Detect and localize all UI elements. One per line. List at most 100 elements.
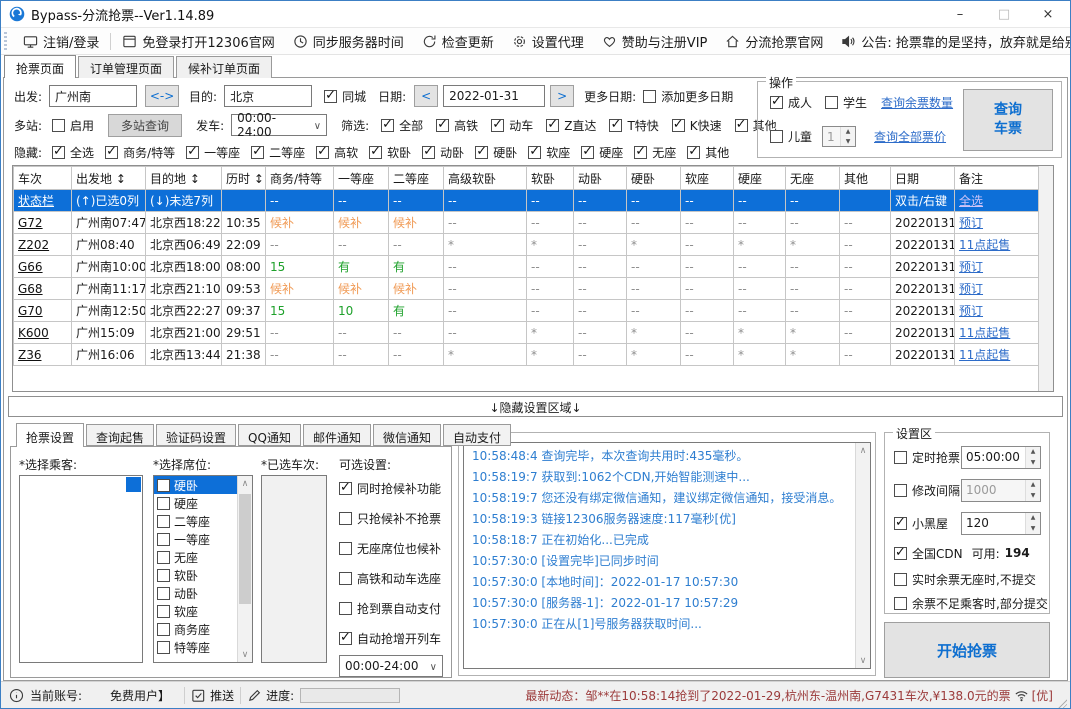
close-icon[interactable]: × <box>1026 1 1070 27</box>
seat-option-3[interactable]: 二等座 <box>154 512 237 530</box>
timed-grab-checkbox[interactable]: 定时抢票 <box>894 449 960 466</box>
adult-checkbox-box[interactable] <box>770 94 783 109</box>
child-checkbox-box[interactable] <box>770 130 783 143</box>
spinner-arrows[interactable] <box>1025 479 1040 501</box>
depart-time-dropdown[interactable]: 00:00-24:00 <box>231 111 328 139</box>
table-row[interactable]: G72 广州南07:47 北京西18:22 10:35 候补 候补 候补 -- -- -- -- --… <box>13 211 1039 234</box>
seat-option-2[interactable]: 硬座 <box>154 494 237 512</box>
output-log-box[interactable]: 10:58:48:4 查询完毕，本次查询共用时:435毫秒。 10:58:19:7… <box>463 442 871 669</box>
scroll-up-icon[interactable] <box>238 476 252 491</box>
start-grab-button[interactable]: 开始抢票 <box>884 622 1050 678</box>
spinner-arrows[interactable] <box>840 127 856 146</box>
timed-grab-spinner[interactable]: 05:00:00 <box>961 445 1041 469</box>
action-link[interactable]: 全选 <box>959 194 983 208</box>
partial-checkbox[interactable]: 余票不足乘客时,部分提交 <box>894 595 1048 612</box>
train-type-checkbox-4-box[interactable] <box>546 117 560 132</box>
grab-option-5[interactable]: 抢到票自动支付 <box>339 593 441 623</box>
grab-option-2[interactable]: 只抢候补不抢票 <box>339 503 441 533</box>
train-number-link[interactable]: Z36 <box>18 348 42 362</box>
table-row[interactable]: G70 广州南12:50 北京西22:27 09:37 15 10 有 -- -- -- -- -- -… <box>13 299 1039 322</box>
column-header[interactable]: 目的地 ↕ <box>145 166 222 190</box>
seat-option-8[interactable]: 软座 <box>154 602 237 620</box>
train-type-checkbox-2-box[interactable] <box>436 117 450 132</box>
add-dates-checkbox-box[interactable] <box>643 89 657 103</box>
train-number-link[interactable]: G66 <box>18 260 43 274</box>
scroll-down-icon[interactable] <box>856 653 870 668</box>
cdn-checkbox[interactable]: 全国CDN <box>894 545 963 562</box>
settings-tab-4[interactable]: QQ通知 <box>238 424 301 446</box>
action-link[interactable]: 11点起售 <box>959 326 1010 340</box>
settings-tab-5[interactable]: 邮件通知 <box>302 424 371 446</box>
hide-column-checkbox-2-box[interactable] <box>105 144 119 159</box>
column-header[interactable]: 软卧 <box>526 166 574 190</box>
hide-column-checkbox-10[interactable]: 硬座 <box>581 144 623 161</box>
column-header[interactable]: 历时 ↕ <box>221 166 266 190</box>
train-type-checkbox-3[interactable]: 动车 <box>491 117 533 134</box>
table-row[interactable]: G68 广州南11:17 北京西21:10 09:53 候补 候补 候补 -- -- -- -- --… <box>13 277 1039 300</box>
hide-column-checkbox-5[interactable]: 高软 <box>316 144 358 161</box>
push-label[interactable]: 推送 <box>210 687 234 704</box>
adult-checkbox[interactable]: 成人 <box>770 94 812 111</box>
hide-column-checkbox-7-box[interactable] <box>422 144 436 159</box>
seat-listbox[interactable]: 硬卧 硬座 二等座 一等座 无座 软卧 动卧 软座 商务座 特等座 <box>153 475 253 663</box>
seat-option-checkbox[interactable] <box>157 604 170 618</box>
grab-option-6[interactable]: 自动抢增开列车 <box>339 623 441 653</box>
grab-option-4-box[interactable] <box>339 571 352 585</box>
seat-option-9[interactable]: 商务座 <box>154 620 237 638</box>
blackroom-spinner[interactable]: 120 <box>961 511 1041 535</box>
seat-option-checkbox[interactable] <box>157 640 170 654</box>
toolbar-grip-handle[interactable] <box>4 32 7 50</box>
train-type-checkbox-5[interactable]: T特快 <box>609 117 659 134</box>
train-number-link[interactable]: 状态栏 <box>18 194 54 208</box>
hide-column-checkbox-8-box[interactable] <box>475 144 489 159</box>
train-type-checkbox-1[interactable]: 全部 <box>381 117 423 134</box>
column-header[interactable]: 车次 <box>13 166 72 190</box>
train-type-checkbox-7-box[interactable] <box>734 117 748 132</box>
table-scrollbar[interactable] <box>1038 166 1053 391</box>
seat-option-5[interactable]: 无座 <box>154 548 237 566</box>
seat-option-1[interactable]: 硬卧 <box>154 476 237 494</box>
grab-option-6-box[interactable] <box>339 630 352 645</box>
column-header[interactable]: 二等座 <box>388 166 444 190</box>
hide-column-checkbox-11[interactable]: 无座 <box>634 144 676 161</box>
scroll-up-icon[interactable] <box>856 443 870 458</box>
train-number-link[interactable]: G72 <box>18 216 43 230</box>
column-header[interactable]: 软座 <box>680 166 734 190</box>
train-type-checkbox-2[interactable]: 高铁 <box>436 117 478 134</box>
seat-list-scrollbar[interactable] <box>237 476 252 662</box>
maximize-icon[interactable]: □ <box>982 1 1026 27</box>
column-header[interactable]: 无座 <box>785 166 840 190</box>
timed-grab-box[interactable] <box>894 450 907 464</box>
hide-column-checkbox-3[interactable]: 一等座 <box>186 144 240 161</box>
toolbar-item-4[interactable]: 检查更新 <box>413 28 503 54</box>
hide-column-checkbox-4-box[interactable] <box>251 144 265 159</box>
train-type-checkbox-6-box[interactable] <box>671 117 685 132</box>
settings-tab-2[interactable]: 查询起售 <box>86 424 155 446</box>
push-icon[interactable] <box>191 688 206 703</box>
next-date-button[interactable]: > <box>550 85 575 107</box>
seat-option-checkbox[interactable] <box>157 550 170 564</box>
date-input[interactable]: 2022-01-31 <box>443 85 546 107</box>
blackroom-checkbox[interactable]: 小黑屋 <box>894 515 948 532</box>
table-row[interactable]: Z36 广州16:06 北京西13:44 21:38 -- -- -- * * -- * -- * * --… <box>13 343 1039 366</box>
grab-time-range-dropdown[interactable]: 00:00-24:00 <box>339 655 443 677</box>
column-header[interactable]: 日期 <box>890 166 955 190</box>
column-header[interactable]: 硬卧 <box>626 166 681 190</box>
grab-option-5-box[interactable] <box>339 601 352 615</box>
partial-box[interactable] <box>894 596 907 610</box>
hide-column-checkbox-4[interactable]: 二等座 <box>251 144 305 161</box>
action-link[interactable]: 预订 <box>959 216 983 230</box>
seat-option-checkbox[interactable] <box>157 586 170 600</box>
hide-column-checkbox-6[interactable]: 软卧 <box>369 144 411 161</box>
dest-station-input[interactable]: 北京 <box>224 85 313 107</box>
swap-stations-button[interactable]: <-> <box>145 85 180 107</box>
passenger-listbox[interactable] <box>19 475 143 663</box>
train-type-checkbox-6[interactable]: K快速 <box>671 117 722 134</box>
settings-tab-3[interactable]: 验证码设置 <box>156 424 237 446</box>
page-tab-1[interactable]: 抢票页面 <box>4 55 77 78</box>
toolbar-item-8[interactable]: 公告: 抢票靠的是坚持，放弃就是给别人机会! <box>832 28 1070 54</box>
interval-checkbox[interactable]: 修改间隔 <box>894 482 960 499</box>
interval-spinner[interactable]: 1000 <box>961 478 1041 502</box>
train-type-checkbox-4[interactable]: Z直达 <box>546 117 596 134</box>
train-number-link[interactable]: G70 <box>18 304 43 318</box>
